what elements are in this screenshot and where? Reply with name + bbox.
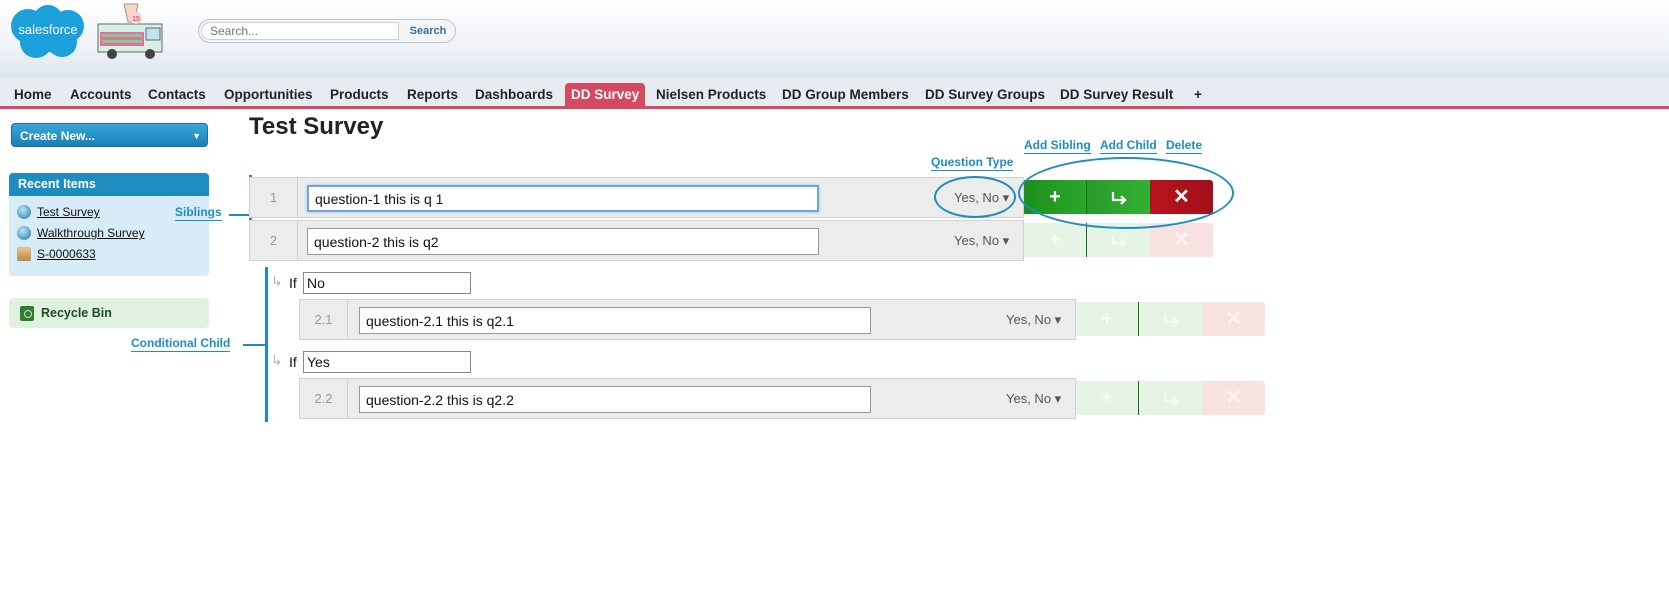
survey-icon (17, 226, 31, 240)
child-arrow-icon (1111, 234, 1127, 248)
logo-text: salesforce (18, 22, 77, 37)
delete-button[interactable]: ✕ (1202, 302, 1265, 336)
question-text-input[interactable] (307, 228, 819, 255)
question-text-input[interactable] (359, 307, 871, 334)
search-box: Search (198, 19, 456, 43)
child-arrow-icon (1163, 313, 1179, 327)
tab-contacts[interactable]: Contacts (142, 83, 212, 106)
tab-add-icon[interactable]: + (1188, 83, 1208, 106)
tab-home[interactable]: Home (8, 83, 58, 106)
tab-products[interactable]: Products (324, 83, 395, 106)
tab-opportunities[interactable]: Opportunities (218, 83, 319, 106)
add-sibling-button[interactable]: + (1076, 381, 1139, 415)
chevron-down-icon: ▼ (192, 131, 201, 141)
tab-dd-group-members[interactable]: DD Group Members (776, 83, 915, 106)
tab-nielsen-products[interactable]: Nielsen Products (650, 83, 772, 106)
question-row-2-1: 2.1 Yes, No ▾ (299, 299, 1076, 340)
record-icon (17, 247, 31, 261)
callout-question-type: Question Type (931, 155, 1014, 171)
create-new-dropdown[interactable]: Create New... ▼ (11, 123, 208, 147)
question-type-select[interactable]: Yes, No ▾ (954, 178, 1009, 217)
question-number: 2.2 (300, 379, 348, 418)
plus-icon: + (1101, 308, 1113, 330)
tab-dd-survey-groups[interactable]: DD Survey Groups (919, 83, 1051, 106)
recycle-bin-link[interactable]: Recycle Bin (9, 298, 209, 328)
question-number: 1 (250, 178, 298, 217)
search-input[interactable] (201, 22, 399, 40)
tab-dd-survey[interactable]: DD Survey (565, 83, 646, 106)
recycle-bin-icon (20, 306, 34, 321)
tab-reports[interactable]: Reports (401, 83, 464, 106)
add-child-button[interactable] (1087, 223, 1150, 257)
header: salesforce 15 Search (0, 0, 1669, 78)
add-child-button[interactable] (1139, 302, 1202, 336)
recent-items-panel: Recent Items Test Survey Walkthrough Sur… (9, 173, 209, 276)
tab-dd-survey-result[interactable]: DD Survey Result (1054, 83, 1179, 106)
condition-value-input[interactable] (303, 351, 471, 373)
condition-if-label: If (289, 275, 297, 291)
add-sibling-button[interactable]: + (1024, 223, 1087, 257)
recent-item-walkthrough-survey[interactable]: Walkthrough Survey (17, 224, 145, 242)
callout-siblings: Siblings (175, 205, 222, 221)
create-new-label: Create New... (20, 129, 95, 143)
question-row-2-2: 2.2 Yes, No ▾ (299, 378, 1076, 419)
tab-bar: Home Accounts Contacts Opportunities Product… (0, 78, 1669, 109)
question-type-select[interactable]: Yes, No ▾ (1006, 300, 1061, 339)
add-child-button[interactable] (1087, 180, 1150, 214)
callout-conditional-child: Conditional Child (131, 336, 231, 352)
child-arrow-icon: ↳ (271, 273, 283, 289)
condition-if-label: If (289, 354, 297, 370)
plus-icon: + (1101, 387, 1113, 409)
close-icon: ✕ (1225, 308, 1242, 330)
tab-dashboards[interactable]: Dashboards (469, 83, 559, 106)
question-number: 2 (250, 221, 298, 260)
question-row-2: 2 Yes, No ▾ (249, 220, 1024, 261)
child-arrow-icon (1111, 191, 1127, 205)
delete-button[interactable]: ✕ (1202, 381, 1265, 415)
delete-button[interactable]: ✕ (1150, 223, 1213, 257)
condition-value-input[interactable] (303, 272, 471, 294)
callout-delete: Delete (1166, 138, 1203, 154)
question-number: 2.1 (300, 300, 348, 339)
recent-item-test-survey[interactable]: Test Survey (17, 203, 100, 221)
conditional-pointer (243, 344, 266, 346)
add-sibling-button[interactable]: + (1024, 180, 1087, 214)
truck-badge: 15 (132, 16, 140, 23)
callout-add-sibling: Add Sibling (1024, 138, 1091, 154)
add-child-button[interactable] (1139, 381, 1202, 415)
recent-item-s-0000633[interactable]: S-0000633 (17, 245, 96, 263)
recent-item-label: S-0000633 (37, 247, 96, 261)
search-button[interactable]: Search (402, 21, 454, 41)
question-type-select[interactable]: Yes, No ▾ (1006, 379, 1061, 418)
question-text-input[interactable] (307, 185, 819, 212)
close-icon: ✕ (1173, 229, 1190, 251)
child-arrow-icon (1163, 392, 1179, 406)
siblings-pointer (229, 214, 250, 216)
question-row-1: 1 Yes, No ▾ (249, 177, 1024, 218)
recent-item-label: Test Survey (37, 205, 100, 219)
question-text-input[interactable] (359, 386, 871, 413)
plus-icon: + (1049, 186, 1061, 208)
close-icon: ✕ (1173, 186, 1190, 208)
callout-add-child: Add Child (1100, 138, 1157, 154)
recycle-bin-label: Recycle Bin (41, 306, 112, 320)
page-title: Test Survey (249, 113, 384, 140)
question-type-select[interactable]: Yes, No ▾ (954, 221, 1009, 260)
tab-accounts[interactable]: Accounts (64, 83, 138, 106)
close-icon: ✕ (1225, 387, 1242, 409)
truck-mascot-icon: 15 (97, 3, 163, 59)
child-arrow-icon: ↳ (271, 352, 283, 368)
add-sibling-button[interactable]: + (1076, 302, 1139, 336)
survey-icon (17, 205, 31, 219)
delete-button[interactable]: ✕ (1150, 180, 1213, 214)
recent-item-label: Walkthrough Survey (37, 226, 145, 240)
recent-items-title: Recent Items (9, 173, 209, 196)
plus-icon: + (1049, 229, 1061, 251)
salesforce-logo[interactable]: salesforce (6, 4, 90, 60)
